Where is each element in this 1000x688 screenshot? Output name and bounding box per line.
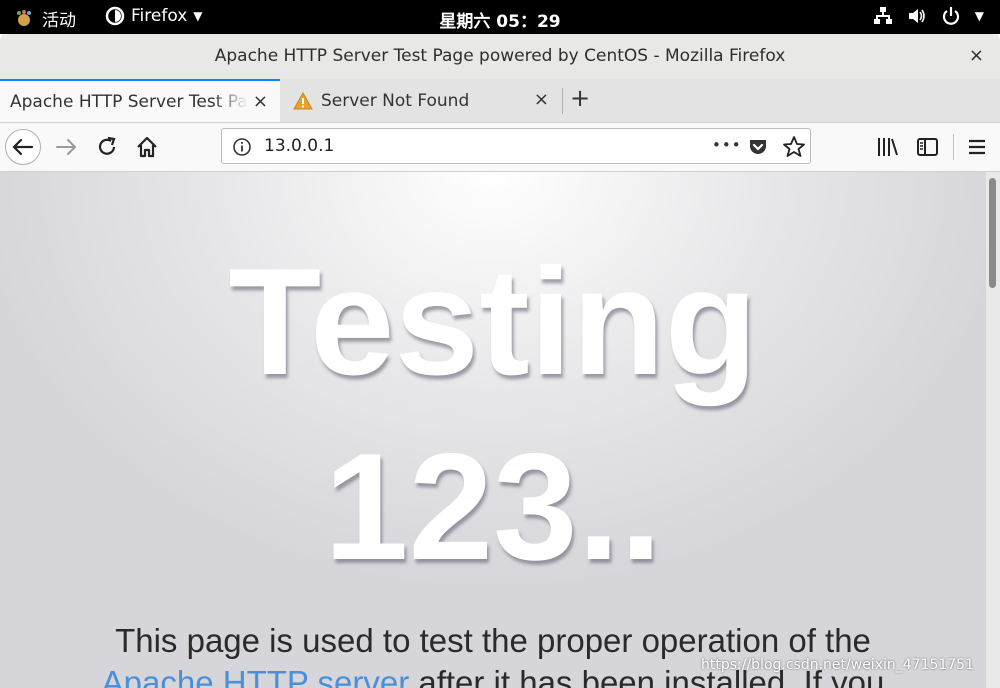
url-text[interactable]: 13.0.0.1	[264, 136, 334, 156]
warning-icon	[293, 91, 313, 109]
info-icon[interactable]	[232, 137, 252, 157]
tab-close-button[interactable]: ×	[534, 89, 549, 110]
window-title: Apache HTTP Server Test Page powered by …	[214, 46, 786, 66]
network-icon	[873, 7, 892, 24]
library-icon[interactable]	[876, 136, 900, 158]
navigation-toolbar: 13.0.0.1 •••	[0, 123, 1000, 172]
chevron-down-icon: ▼	[974, 9, 984, 23]
apache-http-server-link[interactable]: Apache HTTP server	[102, 664, 410, 688]
pocket-icon[interactable]	[747, 136, 769, 158]
headline-testing: Testing	[228, 237, 758, 407]
page-scrollbar[interactable]	[986, 172, 1000, 688]
page-actions-menu-button[interactable]: •••	[712, 136, 742, 154]
forward-arrow-icon[interactable]	[54, 136, 78, 158]
reload-icon[interactable]	[95, 135, 119, 159]
tab-strip: Apache HTTP Server Test Page powered by …	[0, 79, 1000, 123]
tab-close-button[interactable]: ×	[253, 91, 268, 112]
window-close-button[interactable]: ×	[969, 45, 984, 66]
headline-123: 123..	[323, 422, 663, 592]
home-icon[interactable]	[135, 135, 159, 159]
tab-separator	[562, 88, 563, 114]
toolbar-divider	[953, 134, 954, 160]
clock[interactable]: 星期六 05：29	[0, 7, 1000, 32]
hamburger-menu-icon[interactable]	[966, 136, 988, 158]
address-bar[interactable]: 13.0.0.1 •••	[221, 128, 811, 164]
window-title-bar[interactable]: Apache HTTP Server Test Page powered by …	[0, 34, 1000, 79]
volume-icon	[908, 9, 925, 23]
page-content: Testing 123.. This page is used to test …	[0, 172, 986, 688]
back-arrow-icon	[12, 138, 34, 156]
sidebar-icon[interactable]	[916, 136, 940, 158]
bookmark-star-icon[interactable]	[782, 135, 806, 159]
system-top-bar: 活动 Firefox ▼ 星期六 05：29 ▼	[0, 0, 1000, 34]
scrollbar-thumb[interactable]	[989, 178, 996, 288]
tab-apache-test-page[interactable]: Apache HTTP Server Test Page powered by …	[0, 79, 280, 122]
tab-label: Server Not Found	[321, 90, 470, 111]
status-menu[interactable]: ▼	[873, 6, 984, 26]
csdn-watermark: https://blog.csdn.net/weixin_47151751	[700, 657, 974, 673]
tab-label: Apache HTTP Server Test Page powered by …	[10, 91, 248, 112]
tab-server-not-found[interactable]: Server Not Found ×	[283, 79, 561, 122]
intro-paragraph-line1: This page is used to test the proper ope…	[115, 622, 871, 659]
new-tab-button[interactable]: +	[570, 84, 590, 112]
back-button[interactable]	[5, 129, 41, 165]
power-icon	[942, 7, 959, 25]
